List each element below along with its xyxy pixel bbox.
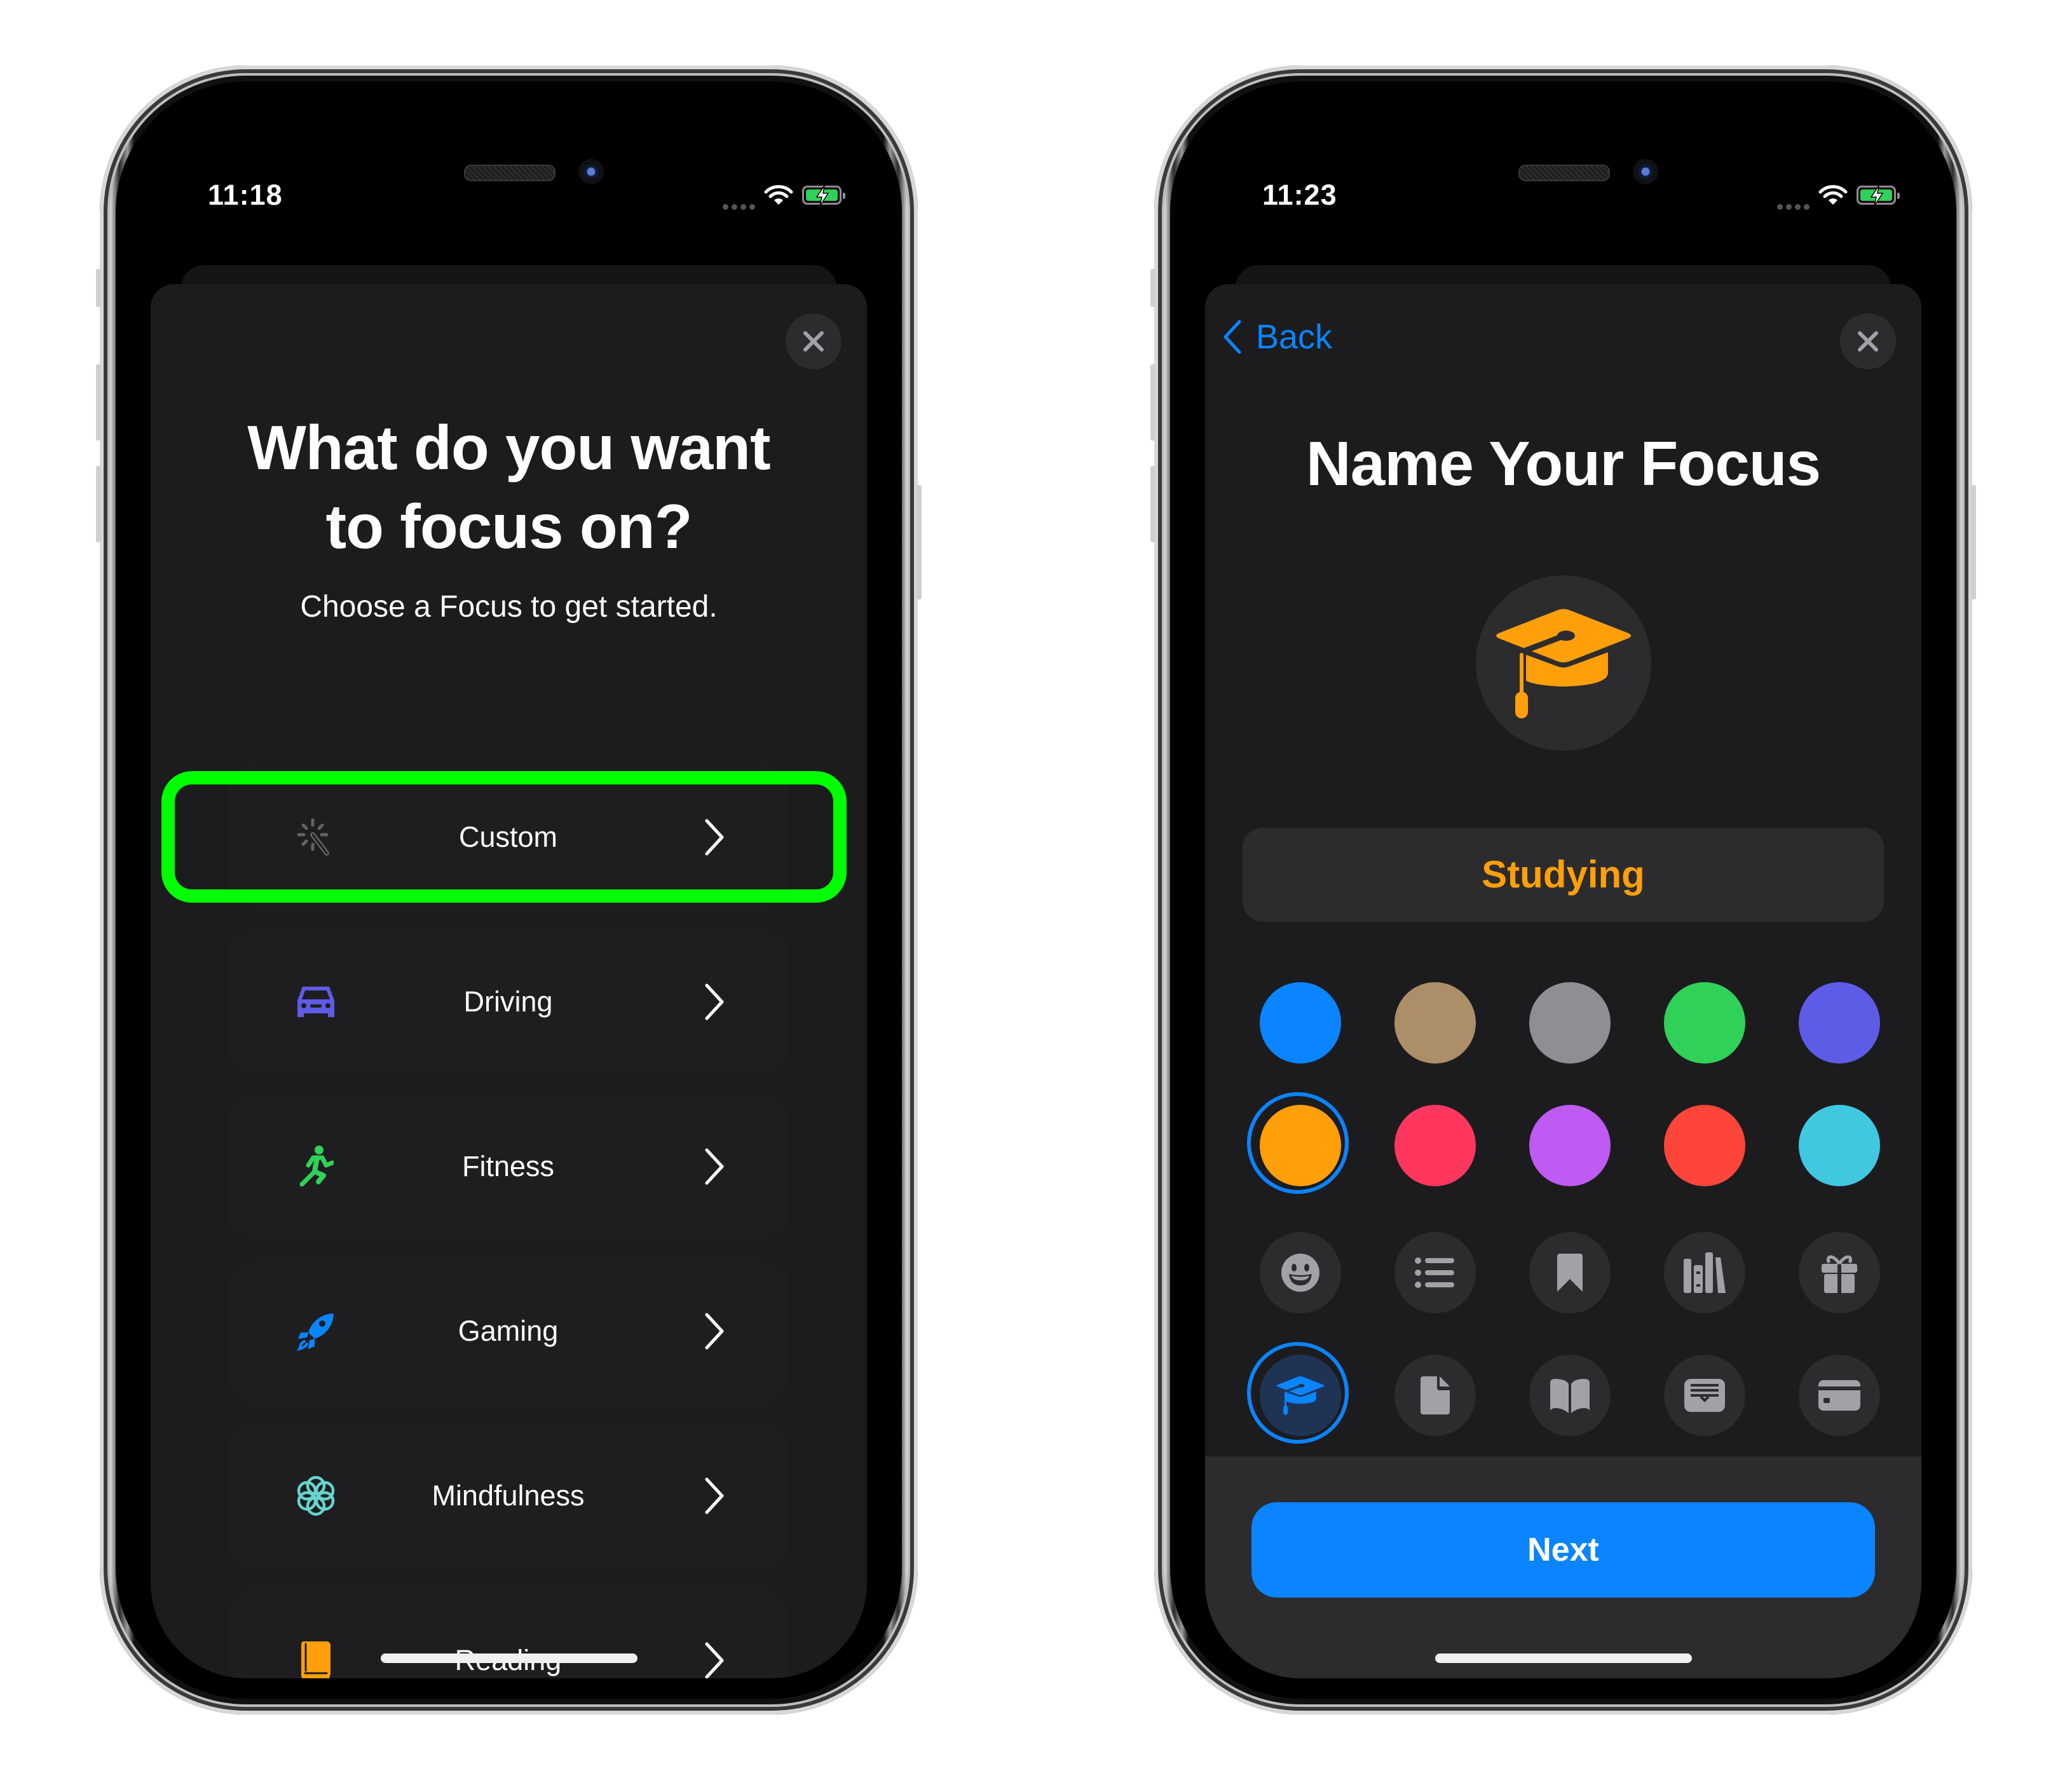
sheet-footer: Next [1205,1456,1921,1678]
side-button [1971,485,1976,599]
focus-name-input[interactable]: Studying [1243,828,1884,922]
speaker-grille [464,165,555,181]
smiley-icon [1281,1254,1319,1292]
focus-option-fitness[interactable]: Fitness [227,1093,789,1240]
glyph-option-credit-card[interactable] [1799,1355,1880,1436]
next-button[interactable]: Next [1251,1502,1875,1598]
color-swatch-gray[interactable] [1529,982,1611,1064]
back-label: Back [1256,318,1333,356]
close-button[interactable] [1840,313,1896,369]
color-swatch-indigo[interactable] [1799,982,1880,1064]
wifi-icon [1818,185,1848,205]
close-icon [1858,331,1878,352]
screen: 11:18 What do you want to focus on? Choo… [151,104,867,1678]
title-line-1: What do you want [247,413,770,483]
home-indicator[interactable] [1435,1653,1692,1663]
color-swatch-teal[interactable] [1799,1105,1880,1186]
glyph-option-document[interactable] [1394,1355,1476,1436]
glyph-option-books[interactable] [1664,1232,1745,1313]
document-icon [1421,1376,1450,1414]
status-indicators [1777,181,1900,210]
chevron-right-icon [705,1313,724,1350]
color-swatch-pink[interactable] [1394,1105,1476,1186]
chevron-right-icon [705,983,724,1020]
bookmark-icon [1557,1254,1583,1292]
home-indicator[interactable] [380,1653,637,1663]
battery-charging-icon [802,185,845,207]
front-camera [1633,159,1658,184]
chevron-right-icon [705,1148,724,1185]
chevron-right-icon [705,1477,724,1514]
focus-option-custom[interactable]: Custom [227,764,789,910]
graduation-cap-icon [1496,609,1631,718]
books-icon [1684,1252,1726,1293]
signal-dots-icon [1777,181,1810,210]
wifi-icon [764,185,793,205]
list-icon [1415,1257,1454,1288]
gift-icon [1822,1255,1857,1293]
screen: 11:23 Back Name Your Focus Studying Next [1205,104,1921,1678]
focus-picker-sheet: What do you want to focus on? Choose a F… [151,284,867,1678]
battery-charging-icon [1857,185,1900,207]
status-indicators [723,181,845,210]
status-time: 11:23 [1262,179,1337,211]
glyph-option-tray[interactable] [1664,1355,1745,1436]
front-camera [578,159,604,184]
volume-up-button [1150,364,1155,441]
status-time: 11:18 [208,179,283,211]
color-swatch-red[interactable] [1664,1105,1745,1186]
glyph-option-bookmark[interactable] [1529,1232,1611,1313]
color-swatch-blue[interactable] [1260,982,1341,1064]
focus-icon-preview [1476,575,1651,751]
focus-option-mindfulness[interactable]: Mindfulness [227,1423,789,1569]
close-icon [803,331,824,352]
graduation-cap-icon [1276,1376,1325,1415]
glyph-option-graduation-cap[interactable] [1247,1342,1349,1444]
focus-option-reading[interactable]: Reading [227,1587,789,1678]
glyph-option-gift[interactable] [1799,1232,1880,1313]
volume-up-button [96,364,101,441]
focus-option-driving[interactable]: Driving [227,929,789,1075]
right-phone: 11:23 Back Name Your Focus Studying Next [1150,65,1976,1715]
left-phone: 11:18 What do you want to focus on? Choo… [96,65,922,1715]
signal-dots-icon [723,181,755,210]
page-subtitle: Choose a Focus to get started. [300,590,718,624]
volume-down-button [96,466,101,542]
color-swatch-purple[interactable] [1529,1105,1611,1186]
credit-card-icon [1818,1380,1860,1411]
chevron-right-icon [705,1642,724,1678]
color-swatch-green[interactable] [1664,982,1745,1064]
title-line-2: to focus on? [325,491,693,561]
silent-switch [96,269,101,307]
color-swatch-brown[interactable] [1394,982,1476,1064]
glyph-option-smiley[interactable] [1260,1232,1341,1313]
close-button[interactable] [786,313,842,369]
volume-down-button [1150,466,1155,542]
speaker-grille [1518,165,1610,181]
chevron-left-icon [1223,320,1241,354]
tray-icon [1684,1379,1725,1412]
name-focus-sheet: Back Name Your Focus Studying Next [1205,284,1921,1678]
silent-switch [1150,269,1155,307]
focus-option-gaming[interactable]: Gaming [227,1258,789,1404]
open-book-icon [1550,1379,1590,1413]
glyph-option-list[interactable] [1394,1232,1476,1313]
glyph-option-open-book[interactable] [1529,1355,1611,1436]
side-button [917,485,922,599]
back-button[interactable]: Back [1223,317,1332,357]
color-swatch-orange[interactable] [1247,1092,1349,1194]
page-title: What do you want to focus on? [151,408,867,566]
page-title: Name Your Focus [1305,428,1821,498]
chevron-right-icon [705,819,724,856]
